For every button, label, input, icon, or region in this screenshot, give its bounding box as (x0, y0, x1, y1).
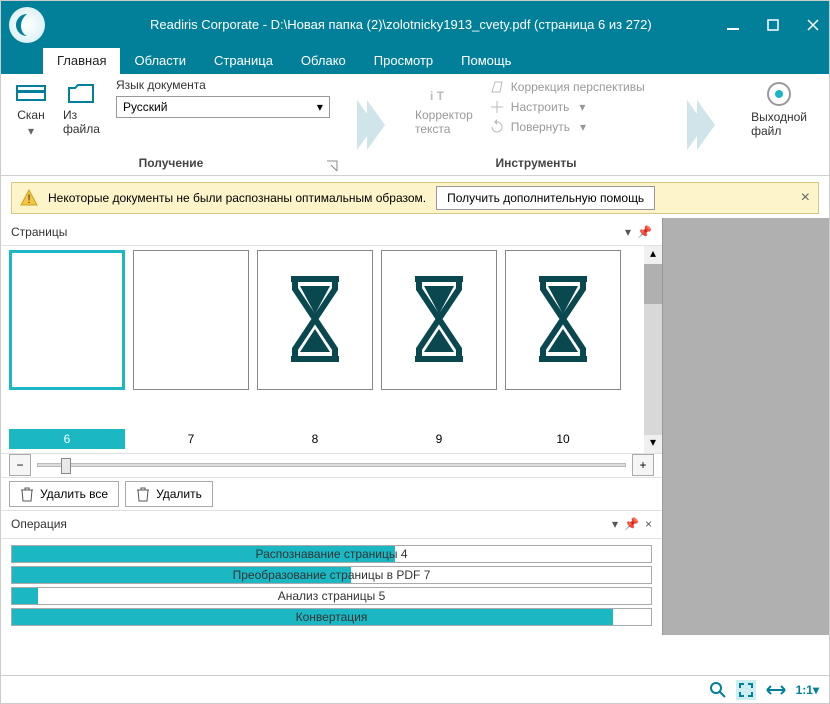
zoom-slider[interactable] (37, 463, 626, 467)
zoom-slider-row: − + (1, 453, 662, 477)
warning-text: Некоторые документы не были распознаны о… (48, 191, 426, 205)
page-thumbnail[interactable]: 8 (257, 250, 373, 448)
operation-header: Операция ▾ 📌 × (1, 511, 662, 539)
tab-view[interactable]: Просмотр (360, 48, 447, 74)
page-thumbnail[interactable]: 9 (381, 250, 497, 448)
from-file-button[interactable]: Из файла (57, 78, 106, 138)
progress-bar: Преобразование страницы в PDF 7 (11, 566, 652, 584)
trash-icon (136, 486, 150, 502)
delete-button[interactable]: Удалить (125, 481, 213, 507)
pin-icon[interactable]: 📌 (624, 517, 639, 531)
scrollbar[interactable]: ▴ ▾ (644, 246, 662, 452)
fit-width-icon[interactable] (766, 683, 786, 697)
tab-cloud[interactable]: Облако (287, 48, 360, 74)
group-label-acquire: Получение (9, 156, 333, 173)
panel-close-icon[interactable]: × (645, 517, 652, 531)
ribbon-separator (341, 74, 401, 175)
page-thumbnail[interactable]: 10 (505, 250, 621, 448)
delete-all-button[interactable]: Удалить все (9, 481, 119, 507)
pin-icon[interactable]: 📌 (637, 225, 652, 239)
adjust-icon (489, 99, 505, 115)
progress-bar: Конвертация (11, 608, 652, 626)
thumb-number: 10 (505, 429, 621, 449)
ribbon: Скан ▾ Из файла Язык документа Русский▾ … (1, 74, 829, 176)
svg-text:!: ! (27, 192, 30, 206)
perspective-button[interactable]: Коррекция перспективы (485, 78, 649, 96)
zoom-out-button[interactable]: − (9, 454, 31, 476)
zoom-level[interactable]: 1:1▾ (796, 683, 819, 697)
group-launcher-icon[interactable] (325, 159, 339, 173)
maximize-button[interactable] (765, 17, 781, 33)
ribbon-separator (671, 74, 731, 175)
ribbon-tabs: Главная Области Страница Облако Просмотр… (1, 48, 829, 74)
statusbar: 1:1▾ (1, 675, 829, 703)
rotate-icon (489, 119, 505, 135)
trash-icon (20, 486, 34, 502)
operation-body: Распознавание страницы 4 Преобразование с… (1, 539, 662, 635)
warning-icon: ! (20, 189, 38, 207)
progress-bar: Распознавание страницы 4 (11, 545, 652, 563)
progress-bar: Анализ страницы 5 (11, 587, 652, 605)
output-file-button[interactable]: Выходной файл (745, 78, 813, 140)
rotate-button[interactable]: Повернуть▾ (485, 118, 649, 136)
thumb-number: 7 (133, 429, 249, 449)
thumbnails: 6789 10 ▴ ▾ (1, 246, 662, 452)
chevron-down-icon: ▾ (28, 124, 34, 138)
language-select[interactable]: Русский▾ (116, 96, 330, 118)
tab-help[interactable]: Помощь (447, 48, 525, 74)
thumb-number: 8 (257, 429, 373, 449)
svg-text:i T: i T (430, 89, 445, 103)
perspective-icon (489, 79, 505, 95)
tab-home[interactable]: Главная (43, 48, 120, 74)
get-help-button[interactable]: Получить дополнительную помощь (436, 186, 655, 210)
zoom-in-button[interactable]: + (632, 454, 654, 476)
search-tool-icon[interactable] (710, 682, 726, 698)
output-icon (765, 80, 793, 108)
page-thumbnail[interactable]: 7 (133, 250, 249, 448)
tab-page[interactable]: Страница (200, 48, 287, 74)
scan-button[interactable]: Скан ▾ (9, 78, 53, 140)
scanner-icon (15, 80, 47, 106)
text-corrector-icon: i T (424, 80, 464, 106)
thumb-number: 9 (381, 429, 497, 449)
group-label-tools: Инструменты (409, 156, 663, 173)
app-logo (9, 7, 45, 43)
chevron-down-icon: ▾ (317, 100, 323, 114)
language-label: Язык документа (116, 78, 330, 92)
folder-icon (65, 80, 97, 106)
preview-pane (662, 218, 829, 635)
close-button[interactable] (805, 17, 821, 33)
tab-areas[interactable]: Области (120, 48, 200, 74)
warning-bar: ! Некоторые документы не были распознаны… (11, 182, 819, 214)
text-corrector-button[interactable]: i T Корректор текста (409, 78, 479, 138)
panel-menu-icon[interactable]: ▾ (625, 225, 631, 239)
adjust-button[interactable]: Настроить▾ (485, 98, 649, 116)
pages-header: Страницы ▾ 📌 (1, 218, 662, 246)
panel-menu-icon[interactable]: ▾ (612, 517, 618, 531)
page-thumbnail[interactable]: 6 (9, 250, 125, 448)
window-title: Readiris Corporate - D:\Новая папка (2)\… (150, 17, 725, 32)
warning-close-button[interactable]: × (801, 189, 810, 207)
minimize-button[interactable] (725, 17, 741, 33)
thumb-number: 6 (9, 429, 125, 449)
fit-screen-icon[interactable] (736, 680, 756, 700)
titlebar: Readiris Corporate - D:\Новая папка (2)\… (1, 1, 829, 48)
